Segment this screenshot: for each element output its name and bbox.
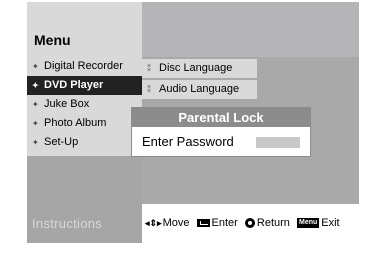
osd-screen: Menu ✦ Digital Recorder ✦ DVD Player ✦ Juke…: [27, 2, 359, 243]
sub-item-audio-language[interactable]: ⁑ Audio Language: [142, 80, 257, 99]
move-arrows-icon: ◂⇕▸: [145, 217, 162, 228]
menu-spacer: [27, 156, 142, 204]
menu-item-set-up[interactable]: ✦ Set-Up: [27, 133, 142, 152]
enter-label: Enter: [211, 217, 238, 229]
instructions-label: Instructions: [27, 204, 142, 243]
parental-lock-dialog: Parental Lock Enter Password: [131, 107, 311, 157]
disc-icon: ✦: [32, 81, 39, 90]
enter-key-icon: [196, 219, 210, 228]
password-label: Enter Password: [142, 134, 234, 149]
menu-item-photo-album[interactable]: ✦ Photo Album: [27, 114, 142, 133]
menu-item-label: Juke Box: [44, 98, 90, 110]
menu-item-label: Digital Recorder: [44, 60, 123, 72]
disc-icon: ✦: [32, 100, 39, 109]
disc-icon: ✦: [32, 62, 39, 71]
menu-item-juke-box[interactable]: ✦ Juke Box: [27, 95, 142, 114]
arrow-icon: ⁑: [147, 64, 151, 73]
dialog-title: Parental Lock: [132, 108, 310, 127]
disc-icon: ✦: [32, 138, 39, 147]
password-input[interactable]: [256, 137, 300, 148]
menu-item-digital-recorder[interactable]: ✦ Digital Recorder: [27, 57, 142, 76]
disc-icon: ✦: [32, 119, 39, 128]
sub-item-disc-language[interactable]: ⁑ Disc Language: [142, 59, 257, 78]
title-bar-right: [142, 2, 359, 57]
menu-item-label: Photo Album: [44, 117, 107, 129]
return-key-icon: [244, 218, 255, 229]
instructions-bar: ◂⇕▸Move Enter Return Menu Exit: [142, 204, 359, 243]
arrow-icon: ⁑: [147, 85, 151, 94]
move-label: Move: [162, 217, 190, 229]
menu-item-label: DVD Player: [44, 79, 104, 91]
dialog-body: Enter Password: [132, 127, 310, 156]
menu-item-dvd-player[interactable]: ✦ DVD Player: [27, 76, 142, 95]
menu-key-icon: Menu: [297, 218, 320, 229]
sub-item-label: Disc Language: [159, 62, 233, 74]
menu-title-bar: Menu: [27, 2, 142, 57]
main-menu: ✦ Digital Recorder ✦ DVD Player ✦ Juke Box …: [27, 57, 142, 156]
sub-item-label: Audio Language: [159, 83, 240, 95]
exit-label: Exit: [321, 217, 340, 229]
menu-item-label: Set-Up: [44, 136, 79, 148]
return-label: Return: [256, 217, 290, 229]
menu-title: Menu: [34, 32, 71, 48]
